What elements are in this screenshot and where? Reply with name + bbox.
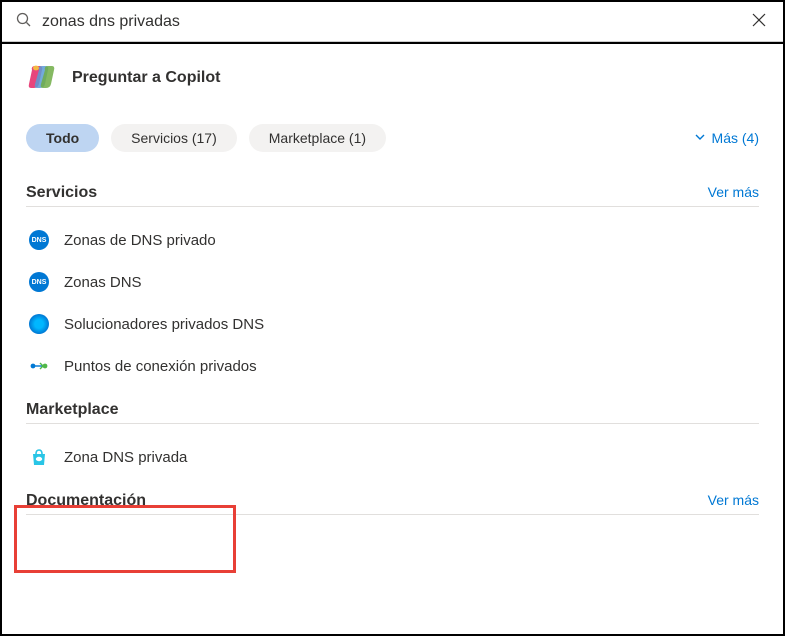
marketplace-item-label: Zona DNS privada	[64, 449, 187, 466]
dns-icon: DNS	[28, 271, 50, 293]
documentation-see-more-link[interactable]: Ver más	[708, 492, 759, 508]
resolver-icon	[28, 313, 50, 335]
close-icon	[751, 12, 767, 31]
section-services-title: Servicios	[26, 184, 97, 202]
clear-search-button[interactable]	[749, 10, 769, 33]
service-item-label: Solucionadores privados DNS	[64, 316, 264, 333]
section-documentation: Documentación Ver más	[2, 486, 783, 515]
filter-row: Todo Servicios (17) Marketplace (1) Más …	[2, 106, 783, 170]
section-marketplace: Marketplace Zona DNS privada	[2, 395, 783, 478]
private-endpoint-icon	[28, 355, 50, 377]
search-icon	[16, 12, 32, 31]
copilot-label: Preguntar a Copilot	[72, 69, 220, 87]
service-item-label: Puntos de conexión privados	[64, 358, 257, 375]
search-bar	[2, 2, 783, 42]
dns-icon: DNS	[28, 229, 50, 251]
search-results-dropdown: Preguntar a Copilot Todo Servicios (17) …	[2, 42, 783, 527]
filter-pill-marketplace[interactable]: Marketplace (1)	[249, 124, 386, 152]
section-documentation-title: Documentación	[26, 492, 146, 510]
section-services: Servicios Ver más DNS Zonas de DNS priva…	[2, 178, 783, 387]
chevron-down-icon	[694, 130, 706, 146]
services-see-more-link[interactable]: Ver más	[708, 184, 759, 200]
service-item-label: Zonas DNS	[64, 274, 142, 291]
service-item-private-dns-zones[interactable]: DNS Zonas de DNS privado	[26, 219, 759, 261]
service-item-dns-zones[interactable]: DNS Zonas DNS	[26, 261, 759, 303]
section-marketplace-title: Marketplace	[26, 401, 119, 419]
marketplace-bag-icon	[28, 446, 50, 468]
filter-more-link[interactable]: Más (4)	[694, 130, 759, 146]
filter-pill-services[interactable]: Servicios (17)	[111, 124, 237, 152]
copilot-icon	[26, 62, 58, 94]
filter-pill-all[interactable]: Todo	[26, 124, 99, 152]
search-input[interactable]	[42, 13, 739, 31]
service-item-private-resolvers[interactable]: Solucionadores privados DNS	[26, 303, 759, 345]
marketplace-item-private-dns-zone[interactable]: Zona DNS privada	[26, 436, 759, 478]
filter-more-label: Más (4)	[712, 130, 759, 146]
service-item-label: Zonas de DNS privado	[64, 232, 216, 249]
ask-copilot-row[interactable]: Preguntar a Copilot	[2, 44, 783, 106]
service-item-private-endpoints[interactable]: Puntos de conexión privados	[26, 345, 759, 387]
